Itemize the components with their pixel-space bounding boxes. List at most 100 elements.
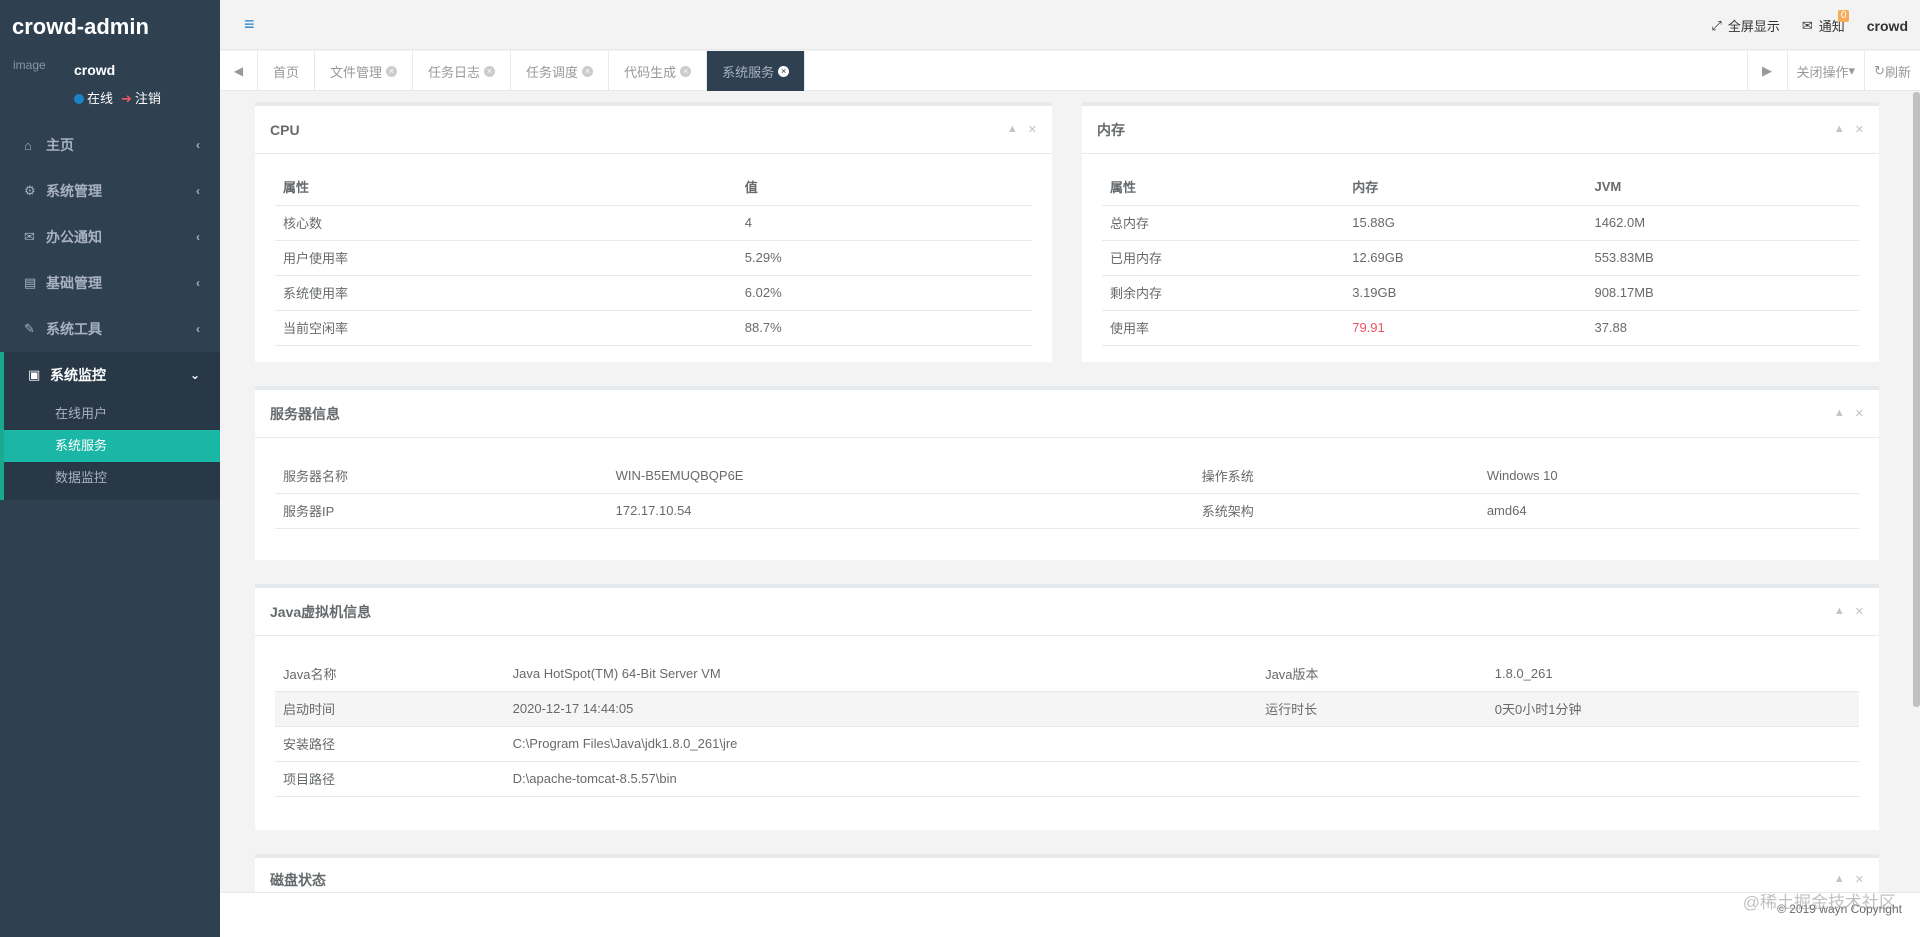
sidebar-item-home[interactable]: ⌂ 主页 ‹	[0, 122, 220, 168]
expand-icon: ⤢	[1711, 17, 1722, 33]
avatar[interactable]: image	[13, 58, 46, 72]
table-row: 已用内存 12.69GB 553.83MB	[1102, 240, 1859, 276]
main-content: CPU ▲ ✕ 属性 值 核心数 4 用户使用率 5.29% 系统使用率 6.02% 当…	[220, 92, 1920, 892]
panel-title: 服务器信息	[270, 405, 340, 422]
logout-link[interactable]: ➜ 注销	[121, 88, 161, 107]
chevron-left-icon: ‹	[196, 184, 200, 198]
sidebar-item-system-monitor[interactable]: ▣ 系统监控 ⌄	[0, 352, 220, 398]
panel-title: 内存	[1097, 121, 1125, 138]
sidebar-nav: ⌂ 主页 ‹ ⚙ 系统管理 ‹ ✉ 办公通知 ‹ ▤ 基础管理 ‹ ✎ 系统工具…	[0, 122, 220, 398]
close-ops-label: 关闭操作	[1796, 64, 1849, 80]
close-icon[interactable]: ✕	[1855, 605, 1864, 618]
table-row: 启动时间 2020-12-17 14:44:05 运行时长 0天0小时1分钟	[275, 691, 1859, 727]
chevron-left-icon: ‹	[196, 230, 200, 244]
panel-title: Java虚拟机信息	[270, 603, 372, 620]
home-icon: ⌂	[24, 137, 32, 153]
double-chevron-right-icon: ▶	[1762, 63, 1773, 78]
table-row: 项目路径 D:\apache-tomcat-8.5.57\bin	[275, 761, 1859, 797]
tab-label: 任务调度	[526, 64, 579, 80]
tab-home[interactable]: 首页	[258, 51, 316, 91]
sidebar-subitem-online-users[interactable]: 在线用户	[4, 398, 220, 430]
cell: 当前空闲率	[275, 310, 737, 346]
close-icon[interactable]: ×	[778, 65, 790, 77]
chevron-down-icon: ⌄	[189, 368, 200, 382]
cell: 已用内存	[1102, 240, 1345, 276]
table-row: 核心数 4	[275, 205, 1032, 241]
cell: 安装路径	[275, 726, 505, 762]
jvm-table: Java名称 Java HotSpot(TM) 64-Bit Server VM…	[275, 656, 1859, 797]
cell: 0天0小时1分钟	[1486, 691, 1859, 727]
cpu-panel: CPU ▲ ✕ 属性 值 核心数 4 用户使用率 5.29% 系统使用率 6.02% 当…	[255, 102, 1052, 362]
fullscreen-button[interactable]: ⤢ 全屏显示	[1711, 16, 1779, 35]
tab-file-manage[interactable]: 文件管理 ×	[315, 51, 414, 91]
sidebar-item-basic-manage[interactable]: ▤ 基础管理 ‹	[0, 260, 220, 306]
tab-scroll-left-button[interactable]: ◀	[220, 51, 258, 91]
table-row: 总内存 15.88G 1462.0M	[1102, 205, 1859, 241]
cell: 2020-12-17 14:44:05	[504, 691, 1258, 727]
collapse-icon[interactable]: ▲	[1834, 605, 1845, 618]
table-row: Java名称 Java HotSpot(TM) 64-Bit Server VM…	[275, 656, 1859, 692]
table-row: 安装路径 C:\Program Files\Java\jdk1.8.0_261\…	[275, 726, 1859, 762]
cell: 5.29%	[736, 240, 1032, 276]
close-icon[interactable]: ✕	[1855, 407, 1864, 420]
close-icon[interactable]: ×	[582, 65, 594, 77]
tab-label: 首页	[273, 64, 300, 80]
sidebar-item-office-notice[interactable]: ✉ 办公通知 ‹	[0, 214, 220, 260]
logout-icon: ➜	[121, 91, 132, 106]
refresh-label: 刷新	[1884, 64, 1911, 80]
panel-tools: ▲ ✕	[1834, 605, 1864, 618]
table-row: 用户使用率 5.29%	[275, 240, 1032, 276]
sidebar-subitem-data-monitor[interactable]: 数据监控	[4, 462, 220, 494]
sidebar: crowd-admin image crowd 在线 ➜ 注销 ⌂ 主页 ‹ ⚙ …	[0, 0, 220, 937]
close-icon[interactable]: ×	[386, 65, 398, 77]
profile-username[interactable]: crowd	[74, 62, 115, 78]
envelope-icon: ✉	[1801, 17, 1813, 33]
user-menu[interactable]: crowd	[1867, 18, 1908, 34]
close-icon[interactable]: ×	[484, 65, 496, 77]
panel-title: 磁盘状态	[270, 871, 326, 888]
cell: 启动时间	[275, 691, 505, 727]
server-info-panel: 服务器信息 ▲ ✕ 服务器名称 WIN-B5EMUQBQP6E 操作系统 Wind…	[255, 386, 1879, 560]
table-header-row: 属性 值	[275, 169, 1032, 206]
scrollbar[interactable]	[1913, 92, 1920, 707]
tab-system-service[interactable]: 系统服务 ×	[707, 51, 806, 91]
cpu-table: 属性 值 核心数 4 用户使用率 5.29% 系统使用率 6.02% 当前空闲率 88.…	[275, 169, 1032, 346]
tab-task-log[interactable]: 任务日志 ×	[413, 51, 512, 91]
collapse-icon[interactable]: ▲	[1834, 407, 1845, 420]
sidebar-item-label: 基础管理	[46, 275, 102, 291]
sidebar-item-label: 主页	[46, 137, 74, 153]
panel-tools: ▲ ✕	[1834, 123, 1864, 136]
tab-task-schedule[interactable]: 任务调度 ×	[511, 51, 610, 91]
collapse-icon[interactable]: ▲	[1834, 123, 1845, 136]
tab-label: 系统服务	[722, 64, 775, 80]
collapse-icon[interactable]: ▲	[1834, 873, 1845, 886]
memory-panel: 内存 ▲ ✕ 属性 内存 JVM 总内存 15.88G 1462.0M 已用内存 12.…	[1082, 102, 1879, 362]
close-icon[interactable]: ✕	[1855, 873, 1864, 886]
cell: 运行时长	[1257, 691, 1487, 727]
cell: WIN-B5EMUQBQP6E	[607, 458, 1194, 494]
close-ops-dropdown[interactable]: 关闭操作 ▾	[1786, 51, 1865, 91]
cell: Java HotSpot(TM) 64-Bit Server VM	[504, 656, 1258, 692]
close-icon[interactable]: ✕	[1855, 123, 1864, 136]
menu-toggle-icon[interactable]: ≡	[244, 14, 255, 35]
column-header: JVM	[1586, 169, 1859, 206]
tab-label: 任务日志	[428, 64, 481, 80]
close-icon[interactable]: ✕	[1028, 123, 1037, 136]
top-right-actions: ⤢ 全屏显示 ✉ 通知 0 crowd	[1711, 10, 1908, 35]
cell: 服务器IP	[275, 493, 608, 529]
close-icon[interactable]: ×	[680, 65, 692, 77]
table-header-row: 属性 内存 JVM	[1102, 169, 1859, 206]
cell: amd64	[1478, 493, 1859, 529]
sidebar-item-system-manage[interactable]: ⚙ 系统管理 ‹	[0, 168, 220, 214]
notify-button[interactable]: ✉ 通知 0	[1801, 10, 1850, 35]
tab-code-gen[interactable]: 代码生成 ×	[609, 51, 708, 91]
sidebar-subitem-system-service[interactable]: 系统服务	[4, 430, 220, 462]
sidebar-item-system-tools[interactable]: ✎ 系统工具 ‹	[0, 306, 220, 352]
table-row: 服务器名称 WIN-B5EMUQBQP6E 操作系统 Windows 10	[275, 458, 1859, 494]
jvm-info-panel: Java虚拟机信息 ▲ ✕ Java名称 Java HotSpot(TM) 64-…	[255, 584, 1879, 830]
cell: D:\apache-tomcat-8.5.57\bin	[504, 761, 1859, 797]
tab-scroll-right-button[interactable]: ▶	[1746, 51, 1787, 91]
refresh-button[interactable]: ↻ 刷新	[1864, 51, 1920, 91]
collapse-icon[interactable]: ▲	[1007, 123, 1018, 136]
gear-icon: ⚙	[24, 183, 36, 198]
